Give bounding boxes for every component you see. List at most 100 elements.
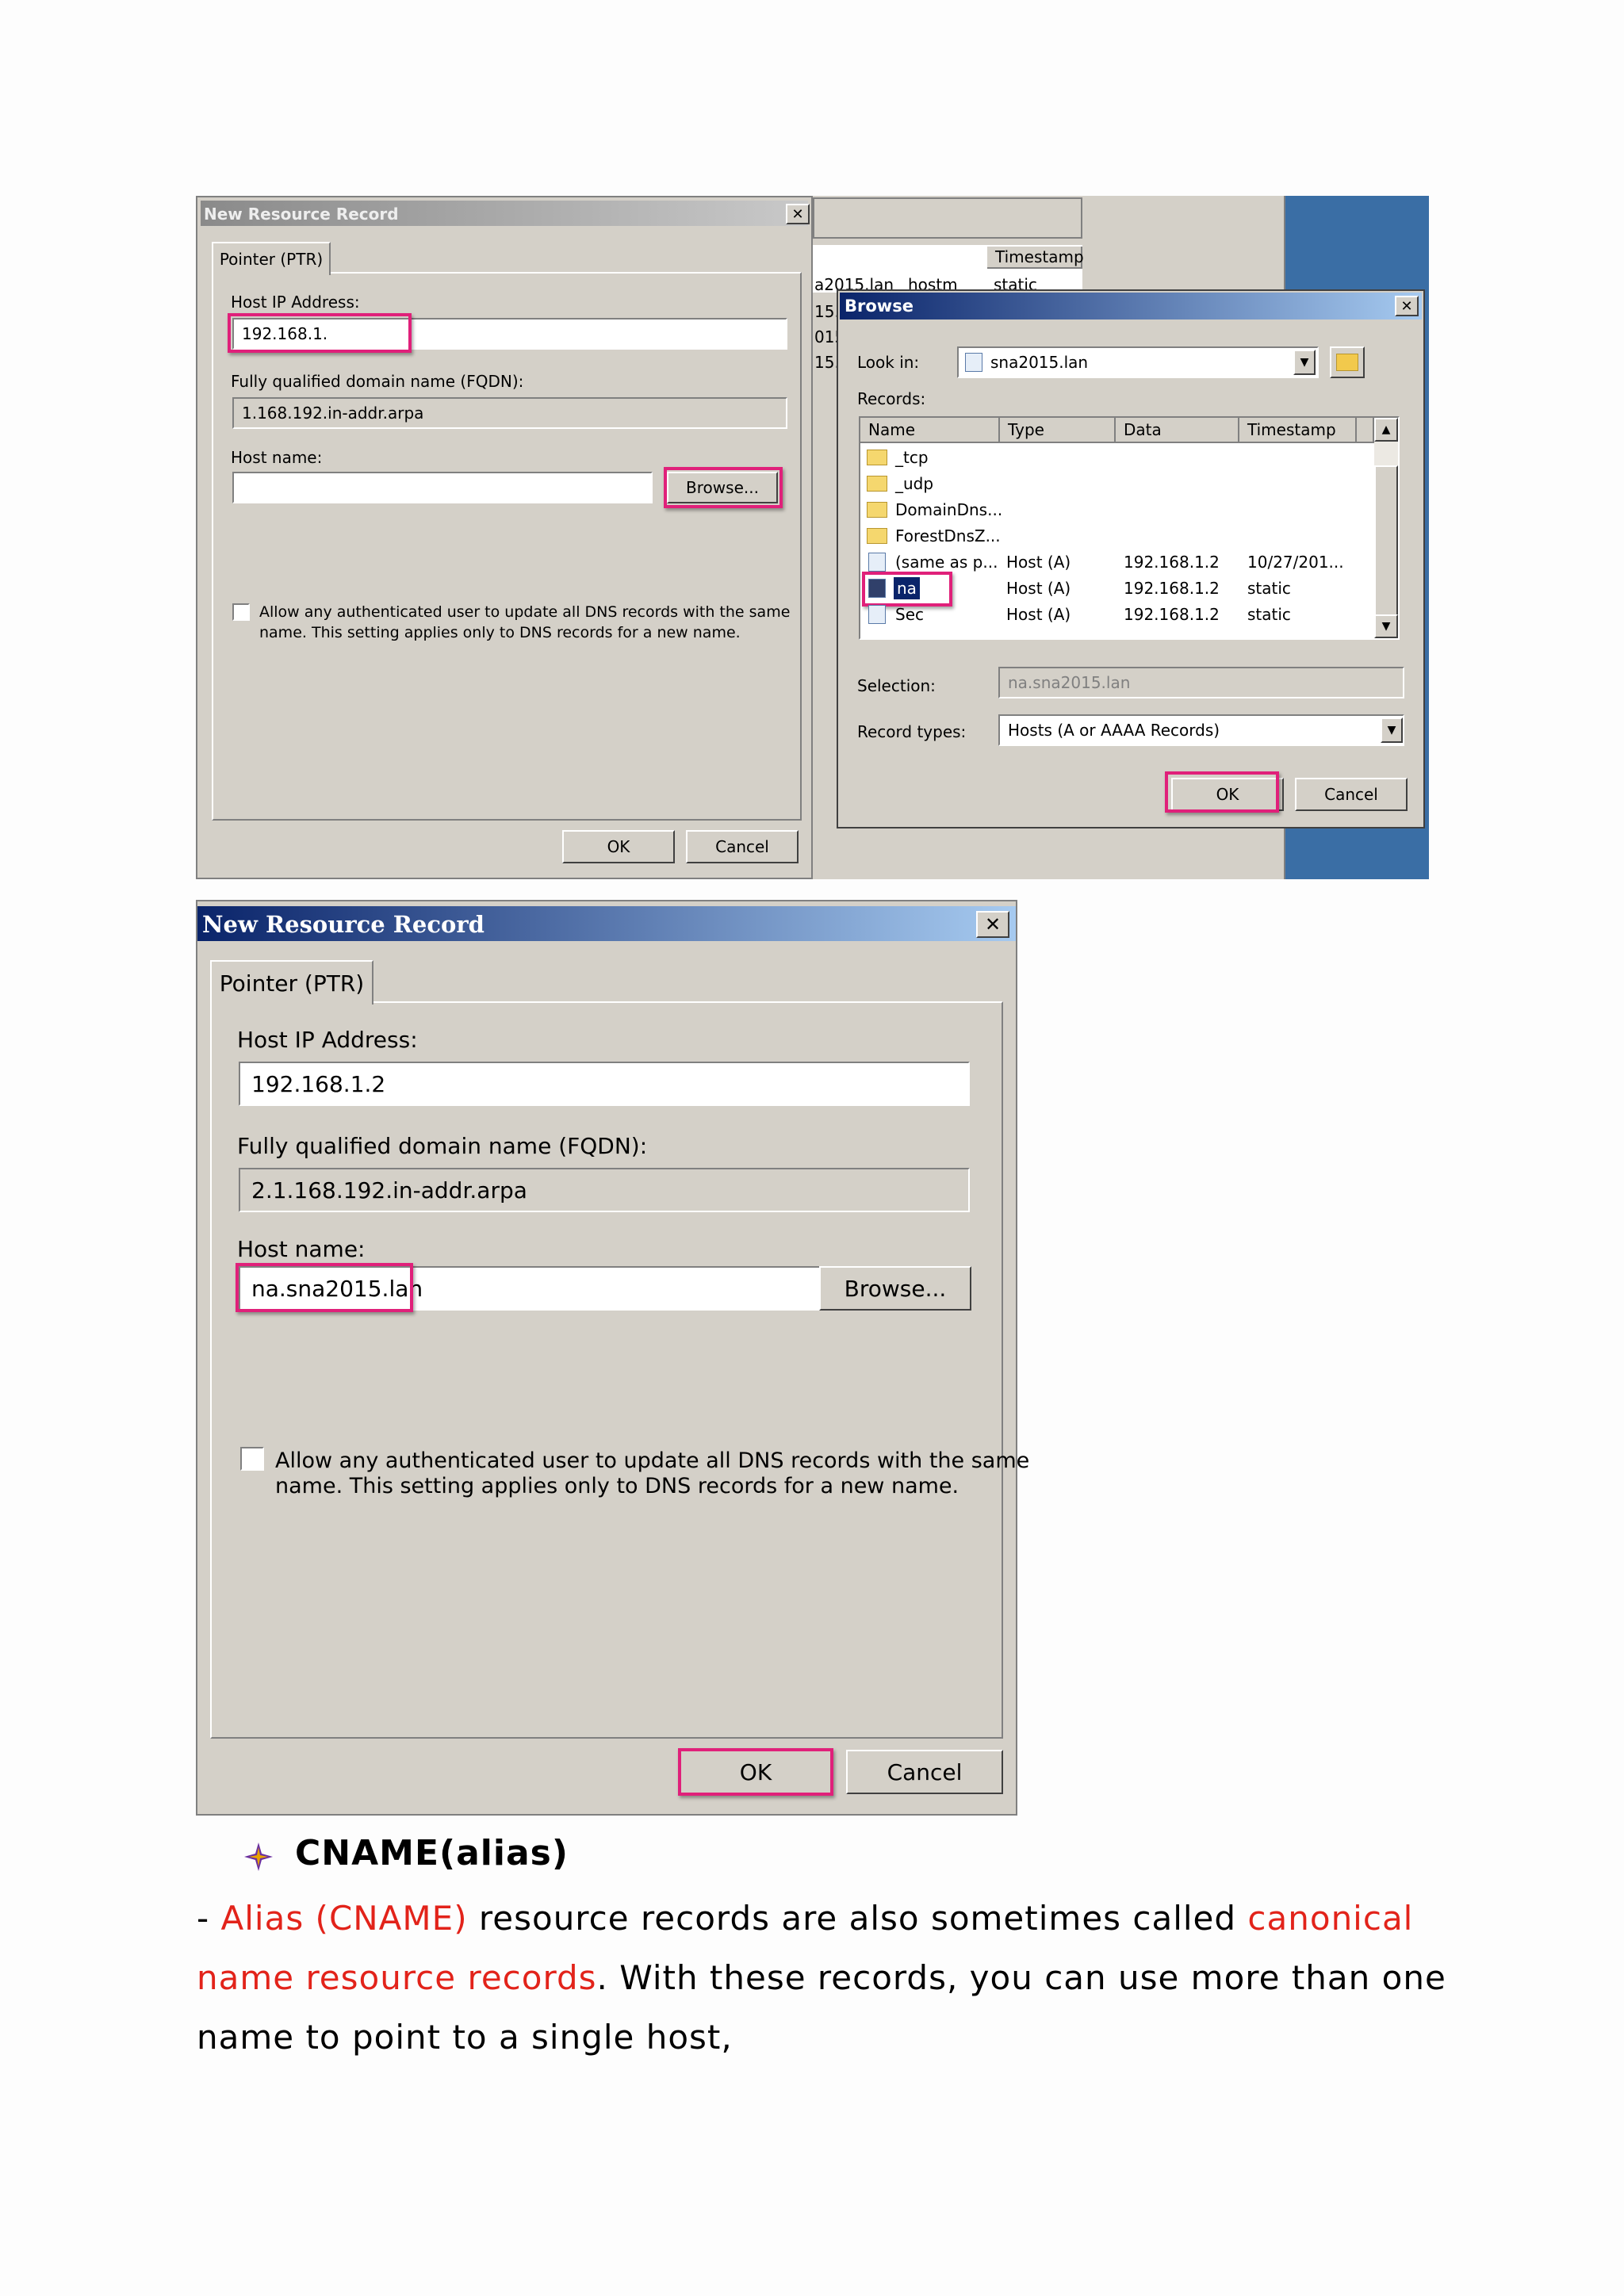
- top-screenshot: Timestamp a2015.lan hostm static 15. 015…: [196, 196, 1429, 879]
- close-button[interactable]: ✕: [976, 911, 1009, 938]
- record-data: 192.168.1.2: [1124, 605, 1220, 624]
- look-in-select[interactable]: sna2015.lan: [957, 346, 1319, 378]
- record-type: Host (A): [1006, 553, 1071, 572]
- cancel-button-label: Cancel: [1324, 785, 1378, 804]
- record-name: Sec: [895, 605, 924, 624]
- text-fragment-red: Alias (CNAME): [220, 1899, 468, 1938]
- cancel-button-label: Cancel: [715, 837, 769, 856]
- cancel-button[interactable]: Cancel: [1295, 778, 1408, 811]
- selection-label: Selection:: [857, 676, 936, 695]
- allow-update-checkbox[interactable]: [232, 603, 250, 621]
- records-scrollbar[interactable]: ▲ ▼: [1374, 418, 1398, 638]
- host-ip-label: Host IP Address:: [231, 293, 360, 312]
- checkbox-text: Allow any authenticated user to update a…: [259, 603, 791, 621]
- checkbox-text: Allow any authenticated user to update a…: [275, 1448, 1030, 1473]
- close-icon: ✕: [791, 205, 804, 223]
- browse-button[interactable]: Browse...: [819, 1266, 971, 1311]
- bullet-icon: [243, 1841, 274, 1873]
- text-fragment-red: name resource records: [197, 1958, 597, 1997]
- cancel-button-label: Cancel: [887, 1758, 963, 1785]
- tab-panel: [210, 1001, 1003, 1739]
- fqdn-field: 1.168.192.in-addr.arpa: [232, 397, 787, 429]
- browse-title-bar: [840, 293, 1422, 320]
- ok-button-label: OK: [607, 837, 630, 856]
- list-item[interactable]: _tcp: [867, 446, 1342, 470]
- cancel-button[interactable]: Cancel: [686, 830, 799, 863]
- record-name: _udp: [895, 474, 934, 493]
- look-in-label: Look in:: [857, 353, 920, 372]
- record-types-select[interactable]: Hosts (A or AAAA Records): [998, 714, 1404, 746]
- allow-update-checkbox[interactable]: [240, 1447, 264, 1471]
- record-icon: [868, 553, 886, 572]
- new-resource-record-dialog-small: New Resource Record ✕ Pointer (PTR) Host…: [196, 196, 813, 879]
- up-folder-icon: [1336, 354, 1358, 371]
- selection-field: na.sna2015.lan: [998, 667, 1404, 698]
- folder-icon: [867, 528, 887, 544]
- folder-icon: [867, 450, 887, 465]
- checkbox-text: name. This setting applies only to DNS r…: [259, 624, 741, 641]
- cancel-button[interactable]: Cancel: [846, 1750, 1003, 1794]
- tab-pointer-ptr[interactable]: Pointer (PTR): [212, 242, 331, 275]
- close-icon: ✕: [984, 913, 1002, 936]
- host-ip-label: Host IP Address:: [237, 1027, 418, 1053]
- host-name-input[interactable]: [232, 472, 653, 503]
- look-in-value: sna2015.lan: [990, 353, 1089, 372]
- record-types-label: Record types:: [857, 722, 967, 741]
- scroll-up-arrow[interactable]: ▲: [1374, 418, 1398, 442]
- scroll-down-arrow[interactable]: ▼: [1374, 614, 1398, 638]
- tab-pointer-ptr[interactable]: Pointer (PTR): [210, 960, 373, 1004]
- fqdn-label: Fully qualified domain name (FQDN):: [231, 372, 524, 391]
- highlight-box: [664, 467, 783, 508]
- column-header-spacer: [1357, 418, 1374, 443]
- paragraph-line: - Alias (CNAME) resource records are als…: [197, 1888, 1413, 1948]
- record-name: _tcp: [895, 448, 929, 467]
- record-name: ForestDnsZ...: [895, 526, 1001, 545]
- folder-icon: [867, 476, 887, 492]
- up-folder-button[interactable]: [1330, 346, 1365, 378]
- list-item[interactable]: ForestDnsZ...: [867, 525, 1342, 549]
- column-header-type[interactable]: Type: [1000, 418, 1116, 443]
- close-icon: ✕: [1400, 297, 1413, 315]
- records-label: Records:: [857, 389, 926, 408]
- new-resource-record-dialog-large: New Resource Record ✕ Pointer (PTR) Host…: [196, 900, 1029, 1816]
- scroll-thumb[interactable]: [1374, 465, 1398, 616]
- paragraph-line: name to point to a single host,: [197, 2018, 733, 2057]
- list-item[interactable]: _udp: [867, 473, 1342, 496]
- highlight-box: [862, 572, 952, 607]
- ok-button[interactable]: OK: [562, 830, 675, 863]
- column-header-data[interactable]: Data: [1116, 418, 1239, 443]
- paragraph-line: name resource records. With these record…: [197, 1948, 1446, 2007]
- timestamp-header: Timestamp: [987, 247, 1084, 269]
- record-type: Host (A): [1006, 605, 1071, 624]
- browse-button-label: Browse...: [844, 1275, 947, 1302]
- dialog-title: New Resource Record: [202, 911, 485, 938]
- close-button[interactable]: ✕: [1395, 296, 1419, 316]
- column-header-timestamp[interactable]: Timestamp: [1239, 418, 1357, 443]
- list-item[interactable]: Sec Host (A) 192.168.1.2 static: [867, 603, 1374, 627]
- host-name-label: Host name:: [231, 448, 323, 467]
- folder-icon: [867, 502, 887, 518]
- record-data: 192.168.1.2: [1124, 553, 1220, 572]
- chevron-down-icon[interactable]: ▼: [1381, 718, 1403, 743]
- dialog-title: New Resource Record: [204, 205, 399, 224]
- record-name: DomainDns...: [895, 500, 1003, 519]
- chevron-down-icon[interactable]: ▼: [1293, 350, 1316, 375]
- record-data: 192.168.1.2: [1124, 579, 1220, 598]
- tab-label: Pointer (PTR): [219, 970, 365, 997]
- record-timestamp: 10/27/201...: [1247, 553, 1344, 572]
- column-header-name[interactable]: Name: [860, 418, 1000, 443]
- highlight-box: [678, 1748, 833, 1796]
- highlight-box: [236, 1263, 413, 1312]
- browse-title: Browse: [845, 297, 914, 316]
- record-icon: [868, 605, 886, 624]
- text-fragment: . With these records, you can use more t…: [596, 1958, 1446, 1997]
- tab-panel: [212, 272, 802, 821]
- browse-dialog: Browse ✕ Look in: sna2015.lan ▼ Records:…: [837, 289, 1425, 828]
- record-type: Host (A): [1006, 579, 1071, 598]
- fqdn-label: Fully qualified domain name (FQDN):: [237, 1133, 648, 1159]
- host-ip-input[interactable]: 192.168.1.2: [239, 1062, 970, 1106]
- close-button[interactable]: ✕: [786, 204, 810, 224]
- list-item[interactable]: DomainDns...: [867, 499, 1342, 522]
- highlight-box: [228, 313, 412, 353]
- text-fragment-red: canonical: [1247, 1899, 1414, 1938]
